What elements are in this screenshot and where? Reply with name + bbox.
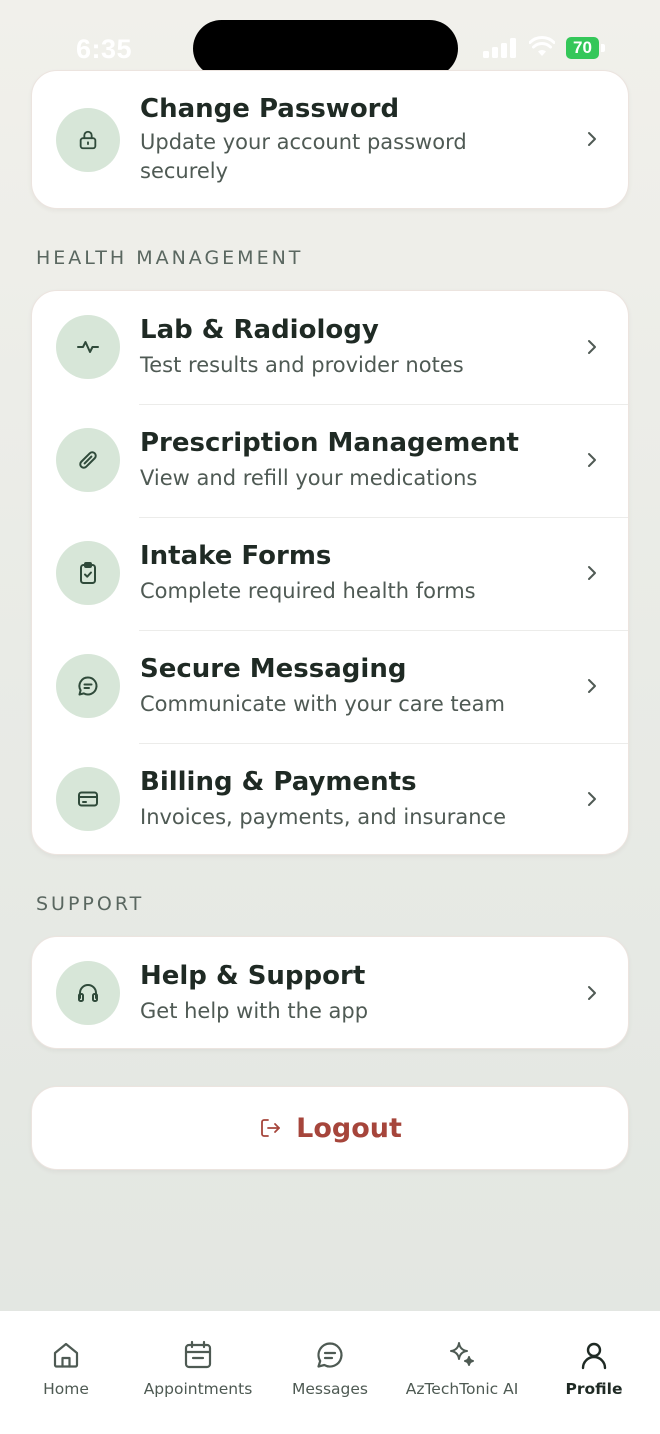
calendar-icon bbox=[184, 1340, 212, 1369]
tab-messages[interactable]: Messages bbox=[264, 1337, 396, 1407]
chat-icon bbox=[317, 1342, 343, 1368]
user-icon bbox=[581, 1342, 607, 1370]
item-subtitle: Get help with the app bbox=[140, 999, 369, 1023]
menu-item-change-password[interactable]: Change Password Update your account pass… bbox=[32, 71, 628, 210]
chevron-right-icon bbox=[588, 986, 596, 1000]
tab-home[interactable]: Home bbox=[0, 1337, 132, 1407]
item-subtitle: Complete required health forms bbox=[140, 579, 476, 603]
item-title: Help & Support bbox=[140, 961, 366, 991]
chevron-right-icon bbox=[588, 340, 596, 354]
tab-label: Appointments bbox=[143, 1380, 253, 1398]
dynamic-island bbox=[193, 20, 458, 77]
item-title: Change Password bbox=[140, 94, 400, 124]
chevron-right-icon bbox=[588, 453, 596, 467]
account-card: Change Password Update your account pass… bbox=[31, 70, 629, 209]
section-header-health: HEALTH MANAGEMENT bbox=[36, 247, 304, 269]
chevron-right-icon bbox=[588, 679, 596, 693]
logout-icon bbox=[261, 1119, 281, 1137]
menu-item-billing-payments[interactable]: Billing & Payments Invoices, payments, a… bbox=[32, 743, 628, 856]
item-title: Billing & Payments bbox=[140, 767, 417, 797]
tab-appointments[interactable]: Appointments bbox=[132, 1337, 264, 1407]
logout-label: Logout bbox=[296, 1112, 402, 1144]
item-subtitle: Update your account password bbox=[140, 130, 467, 154]
tab-label: AzTechTonic AI bbox=[405, 1380, 519, 1398]
tab-aztechtonic-ai[interactable]: AzTechTonic AI bbox=[396, 1337, 528, 1407]
item-subtitle: Invoices, payments, and insurance bbox=[140, 805, 507, 829]
chevron-right-icon bbox=[588, 132, 596, 146]
activity-icon bbox=[56, 315, 120, 379]
pill-icon bbox=[56, 428, 120, 492]
headphones-icon bbox=[56, 961, 120, 1025]
item-title: Lab & Radiology bbox=[140, 315, 379, 345]
signal-icon bbox=[483, 38, 519, 58]
wifi-icon bbox=[529, 36, 555, 56]
item-title: Secure Messaging bbox=[140, 654, 407, 684]
message-icon bbox=[56, 654, 120, 718]
sparkles-icon bbox=[450, 1342, 474, 1366]
menu-item-intake-forms[interactable]: Intake Forms Complete required health fo… bbox=[32, 517, 628, 630]
status-time: 6:35 bbox=[76, 34, 133, 64]
tab-label: Messages bbox=[291, 1380, 368, 1398]
lock-icon bbox=[56, 108, 120, 172]
item-subtitle: View and refill your medications bbox=[140, 466, 478, 490]
item-subtitle: Test results and provider notes bbox=[140, 353, 464, 377]
tab-label: Profile bbox=[565, 1380, 623, 1398]
tab-bar: Home Appointments Messages AzTechTonic A… bbox=[0, 1310, 660, 1434]
battery-level: 70 bbox=[566, 37, 599, 59]
item-title: Prescription Management bbox=[140, 428, 519, 458]
menu-item-secure-messaging[interactable]: Secure Messaging Communicate with your c… bbox=[32, 630, 628, 743]
clipboard-check-icon bbox=[56, 541, 120, 605]
item-subtitle: Communicate with your care team bbox=[140, 692, 505, 716]
menu-item-help-support[interactable]: Help & Support Get help with the app bbox=[32, 937, 628, 1050]
logout-button[interactable]: Logout bbox=[31, 1086, 629, 1170]
support-card: Help & Support Get help with the app bbox=[31, 936, 629, 1049]
home-icon bbox=[53, 1342, 79, 1368]
tab-profile[interactable]: Profile bbox=[528, 1337, 660, 1407]
menu-item-prescription-management[interactable]: Prescription Management View and refill … bbox=[32, 404, 628, 517]
credit-card-icon bbox=[56, 767, 120, 831]
section-header-support: SUPPORT bbox=[36, 893, 145, 915]
tab-label: Home bbox=[43, 1380, 89, 1398]
chevron-right-icon bbox=[588, 792, 596, 806]
item-subtitle-continued: securely bbox=[140, 159, 229, 183]
item-title: Intake Forms bbox=[140, 541, 332, 571]
health-card: Lab & Radiology Test results and provide… bbox=[31, 290, 629, 855]
menu-item-lab-radiology[interactable]: Lab & Radiology Test results and provide… bbox=[32, 291, 628, 404]
chevron-right-icon bbox=[588, 566, 596, 580]
battery-icon: 70 bbox=[566, 37, 606, 59]
